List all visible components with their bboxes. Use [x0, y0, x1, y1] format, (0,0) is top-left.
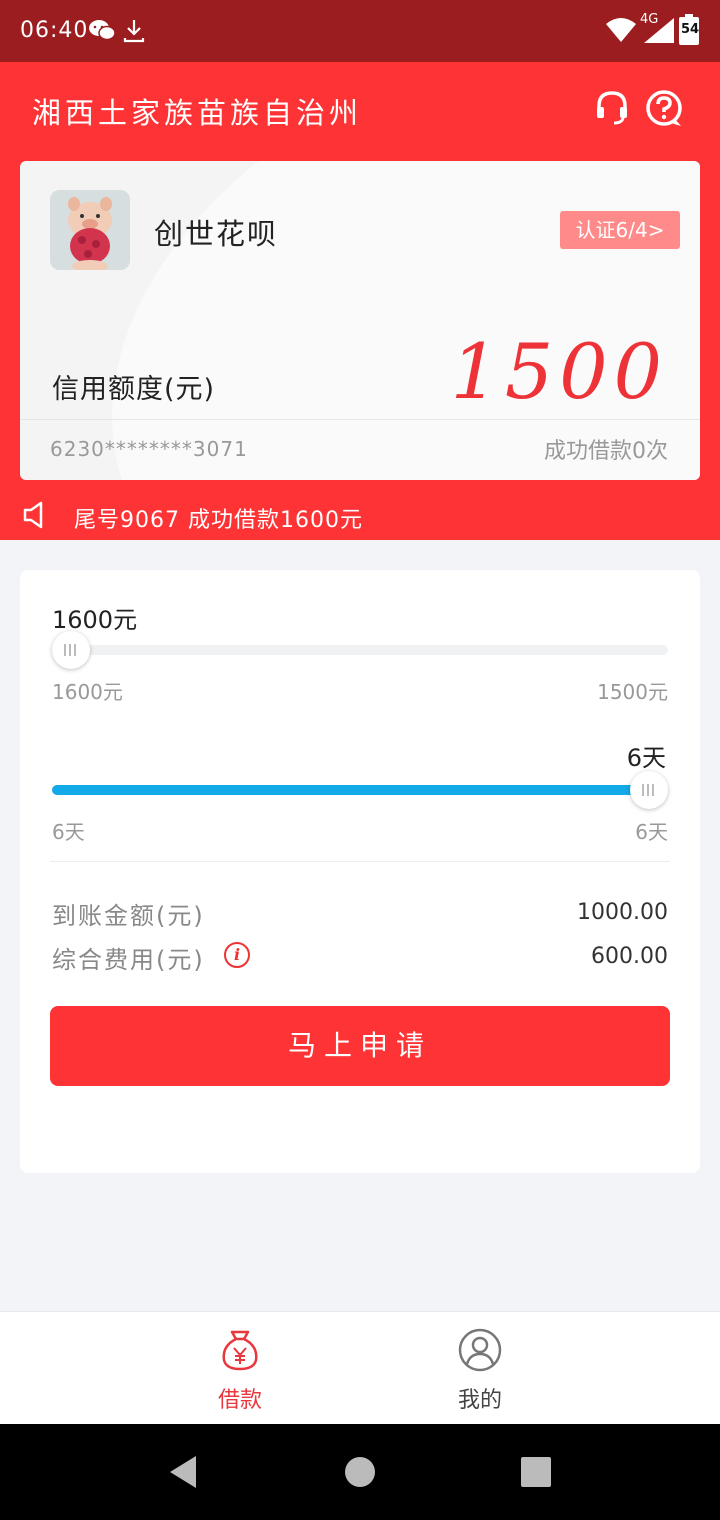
profile-icon — [458, 1328, 502, 1376]
notice-bar: 尾号9067 成功借款1600元 — [0, 494, 720, 540]
credit-limit-label: 信用额度(元) — [52, 374, 216, 405]
bank-card-number: 6230********3071 — [50, 437, 248, 461]
system-nav-bar — [0, 1424, 720, 1520]
term-slider-fill — [52, 785, 649, 795]
amount-min-label: 1600元 — [52, 680, 123, 704]
city-title[interactable]: 湘西土家族苗族自治州 — [32, 90, 362, 132]
wifi-icon — [604, 16, 638, 48]
amount-selected: 1600元 — [52, 606, 138, 634]
product-name: 创世花呗 — [154, 217, 279, 251]
term-slider[interactable] — [52, 771, 668, 809]
tab-loan-label: 借款 — [217, 1388, 262, 1413]
credit-card: 创世花呗 认证6/4> 信用额度(元) 1500 6230********307… — [20, 161, 700, 480]
term-selected: 6天 — [626, 744, 666, 772]
wechat-icon — [88, 18, 116, 46]
term-slider-handle[interactable] — [630, 771, 668, 809]
tab-bar: 借款 我的 — [0, 1311, 720, 1424]
product-avatar — [50, 190, 130, 270]
speaker-icon — [22, 500, 48, 534]
apply-button[interactable]: 马上申请 — [50, 1006, 670, 1086]
amount-max-label: 1500元 — [597, 680, 668, 704]
panel-divider — [50, 861, 670, 862]
received-amount-label: 到账金额(元) — [52, 902, 205, 930]
tab-mine-label: 我的 — [457, 1388, 502, 1413]
signal-icon — [642, 16, 676, 48]
home-icon[interactable] — [344, 1456, 376, 1492]
status-bar: 06:40 4G 54 — [0, 0, 720, 62]
term-min-label: 6天 — [52, 820, 85, 844]
help-icon[interactable] — [644, 88, 684, 128]
certification-badge[interactable]: 认证6/4> — [560, 211, 680, 249]
loan-success-count: 成功借款0次 — [544, 439, 668, 464]
card-divider — [20, 419, 700, 420]
back-icon[interactable] — [166, 1454, 198, 1494]
status-time: 06:40 — [20, 18, 89, 43]
term-max-label: 6天 — [635, 820, 668, 844]
info-icon[interactable]: i — [224, 942, 250, 968]
fee-value: 600.00 — [591, 944, 668, 969]
notice-text: 尾号9067 成功借款1600元 — [74, 508, 363, 533]
fee-label: 综合费用(元) — [52, 946, 205, 974]
headset-icon[interactable] — [592, 88, 632, 128]
recents-icon[interactable] — [520, 1456, 552, 1492]
credit-limit-amount: 1500 — [450, 327, 668, 416]
received-amount-value: 1000.00 — [577, 900, 668, 925]
download-icon — [122, 18, 146, 48]
loan-panel: 1600元 1600元 1500元 6天 6天 6天 到账金额(元) 1000.… — [20, 570, 700, 1173]
amount-slider[interactable] — [52, 631, 668, 669]
battery-level: 54 — [681, 22, 700, 37]
tab-mine[interactable]: 我的 — [420, 1312, 540, 1425]
tab-loan[interactable]: 借款 — [180, 1312, 300, 1425]
amount-slider-handle[interactable] — [52, 631, 90, 669]
money-bag-icon — [218, 1328, 262, 1376]
header: 湘西土家族苗族自治州 创世花呗 认证6/4> 信用额度(元) 1500 6230… — [0, 62, 720, 540]
